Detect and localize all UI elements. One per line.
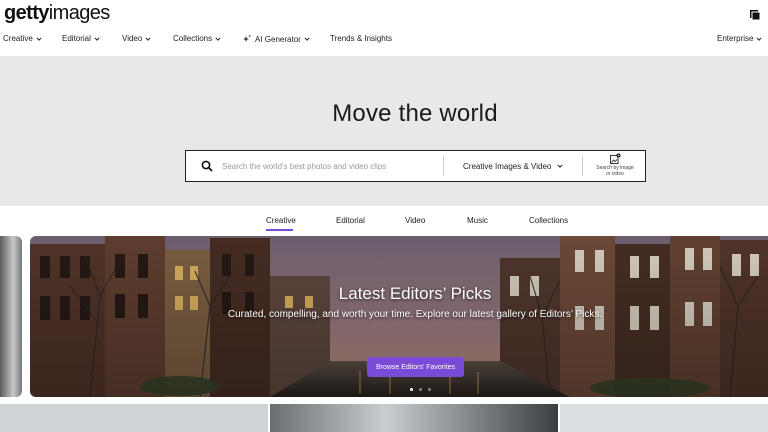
nav-item-label: Editorial [62, 34, 91, 43]
search-by-image-button[interactable]: Search by image or video [586, 153, 644, 181]
nav-item-label: AI Generator [255, 34, 301, 44]
top-header: gettyimages Creative Editorial Video Col… [0, 0, 768, 56]
nav-item-trends-insights[interactable]: Trends & Insights [330, 34, 392, 43]
chevron-down-icon [36, 36, 42, 41]
tab-music[interactable]: Music [467, 216, 488, 225]
tab-collections[interactable]: Collections [529, 216, 568, 225]
browse-editors-favorites-button[interactable]: Browse Editors’ Favorites [367, 357, 464, 377]
search-divider [582, 156, 583, 176]
editors-picks-banner: Latest Editors’ Picks Curated, compellin… [30, 236, 768, 397]
chevron-down-icon [756, 36, 763, 41]
image-search-label: Search by image or video [596, 165, 634, 177]
carousel-dot[interactable] [410, 388, 413, 391]
tab-video[interactable]: Video [405, 216, 425, 225]
search-input[interactable] [222, 151, 442, 181]
nav-item-ai-generator[interactable]: AI Generator [242, 34, 310, 44]
chevron-down-icon [215, 36, 221, 41]
nav-item-editorial[interactable]: Editorial [62, 34, 100, 43]
nav-item-label: Creative [3, 34, 33, 43]
search-icon[interactable] [201, 160, 213, 172]
nav-item-creative[interactable]: Creative [3, 34, 42, 43]
active-tab-underline [266, 229, 293, 231]
nav-item-label: Enterprise [717, 34, 754, 43]
content-tile[interactable] [560, 404, 768, 432]
previous-slide-preview[interactable] [0, 236, 22, 397]
sparkle-icon [243, 34, 252, 42]
media-type-label: Creative Images & Video [463, 161, 552, 171]
cart-icon[interactable] [749, 8, 761, 20]
hero-title: Move the world [332, 100, 498, 127]
search-bar: Creative Images & Video Search by image … [185, 150, 646, 182]
chevron-down-icon [94, 36, 100, 41]
nav-item-enterprise[interactable]: Enterprise [717, 34, 763, 43]
carousel-dot[interactable] [428, 388, 431, 391]
category-tabs: Creative Editorial Video Music Collectio… [0, 206, 768, 234]
content-tile[interactable] [0, 404, 268, 432]
main-nav: Creative Editorial Video Collections AI … [0, 34, 768, 50]
tab-creative[interactable]: Creative [266, 216, 296, 225]
chevron-down-icon [304, 37, 310, 41]
nav-item-label: Trends & Insights [330, 34, 392, 43]
media-type-select[interactable]: Creative Images & Video [463, 151, 563, 181]
logo-text-bold: getty [4, 2, 49, 24]
image-search-icon [610, 153, 621, 164]
nav-item-video[interactable]: Video [122, 34, 151, 43]
logo-text-light: images [48, 2, 110, 24]
nav-item-label: Video [122, 34, 143, 43]
carousel-dots [410, 388, 431, 391]
search-divider [443, 156, 444, 176]
carousel-dot[interactable] [419, 388, 422, 391]
banner-title: Latest Editors’ Picks [338, 284, 492, 303]
getty-images-logo[interactable]: gettyimages [4, 2, 110, 24]
nav-item-label: Collections [173, 34, 213, 43]
banner-subtitle: Curated, compelling, and worth your time… [227, 309, 603, 320]
nav-item-collections[interactable]: Collections [173, 34, 221, 43]
hero-section: Move the world Creative Images & Video S… [0, 56, 768, 206]
chevron-down-icon [557, 164, 563, 168]
chevron-down-icon [145, 36, 151, 41]
content-tile[interactable] [270, 404, 558, 432]
tab-editorial[interactable]: Editorial [336, 216, 365, 225]
